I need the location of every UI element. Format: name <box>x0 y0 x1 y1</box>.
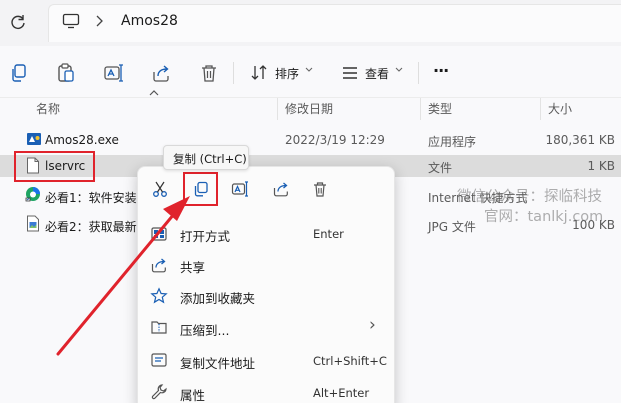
toolbar-separator <box>418 62 419 84</box>
watermark-line1: 微信公众号：探临科技 <box>457 189 602 205</box>
menu-item-compress[interactable]: 压缩到... <box>180 320 229 339</box>
column-header-modified[interactable]: 修改日期 <box>285 100 333 117</box>
delete-icon[interactable] <box>198 62 220 84</box>
star-icon <box>150 287 168 305</box>
file-type: JPG 文件 <box>428 220 476 234</box>
more-options-button[interactable]: ··· <box>433 61 449 80</box>
column-divider[interactable] <box>277 98 278 120</box>
image-file-icon <box>26 215 40 232</box>
breadcrumb-item[interactable]: Amos28 <box>121 13 178 29</box>
refresh-icon[interactable] <box>8 12 28 32</box>
file-name: 必看1：软件安装 <box>45 191 137 205</box>
column-header-name[interactable]: 名称 <box>36 100 60 117</box>
file-name: 必看2：获取最新 <box>45 220 137 234</box>
rename-icon[interactable] <box>231 180 249 198</box>
delete-icon[interactable] <box>311 180 329 198</box>
menu-shortcut: Enter <box>313 227 344 241</box>
menu-item-properties[interactable]: 属性 <box>180 385 205 403</box>
highlight-box-copy <box>183 172 218 206</box>
menu-item-add-favorites[interactable]: 添加到收藏夹 <box>180 288 255 307</box>
zip-icon <box>150 318 168 336</box>
cut-icon[interactable] <box>151 180 169 198</box>
menu-shortcut: Alt+Enter <box>313 386 370 400</box>
view-chevron-icon[interactable] <box>395 67 403 73</box>
edge-shortcut-icon <box>25 186 41 202</box>
this-pc-icon[interactable] <box>62 13 80 29</box>
breadcrumb-chevron-icon[interactable] <box>94 14 104 28</box>
file-size: 1 KB <box>587 159 615 173</box>
sort-indicator-icon <box>149 90 159 96</box>
file-type: 文件 <box>428 161 453 175</box>
column-header-type[interactable]: 类型 <box>428 100 452 117</box>
view-icon[interactable] <box>340 63 362 85</box>
watermark-line2: 官网：tanlkj.com <box>484 209 604 225</box>
share-icon <box>150 256 168 274</box>
file-name: Amos28.exe <box>45 133 119 147</box>
rename-icon[interactable] <box>103 62 125 84</box>
menu-item-share[interactable]: 共享 <box>180 257 205 276</box>
toolbar-separator <box>233 62 234 84</box>
sort-button[interactable]: 排序 <box>275 65 299 82</box>
menu-item-open-with[interactable]: 打开方式 <box>180 226 230 245</box>
share-icon[interactable] <box>272 180 290 198</box>
share-icon[interactable] <box>150 62 172 84</box>
sort-icon[interactable] <box>249 63 271 85</box>
file-size: 180,361 KB <box>545 133 615 147</box>
sort-chevron-icon[interactable] <box>305 67 313 73</box>
column-divider[interactable] <box>540 98 541 120</box>
exe-app-icon <box>26 131 42 147</box>
menu-item-copy-path[interactable]: 复制文件地址 <box>180 353 255 372</box>
copy-icon[interactable] <box>8 62 30 84</box>
tooltip: 复制 (Ctrl+C) <box>163 145 249 170</box>
file-type: 应用程序 <box>428 135 477 149</box>
highlight-box-file <box>14 151 95 182</box>
column-divider[interactable] <box>420 98 421 120</box>
copy-path-icon <box>150 351 168 369</box>
view-button[interactable]: 查看 <box>365 65 389 82</box>
paste-icon[interactable] <box>55 62 77 84</box>
menu-shortcut: Ctrl+Shift+C <box>313 354 387 368</box>
properties-icon <box>150 383 168 401</box>
open-with-icon <box>150 225 168 243</box>
file-modified: 2022/3/19 12:29 <box>285 133 385 147</box>
column-header-size[interactable]: 大小 <box>548 100 572 117</box>
submenu-arrow-icon: › <box>369 315 376 335</box>
